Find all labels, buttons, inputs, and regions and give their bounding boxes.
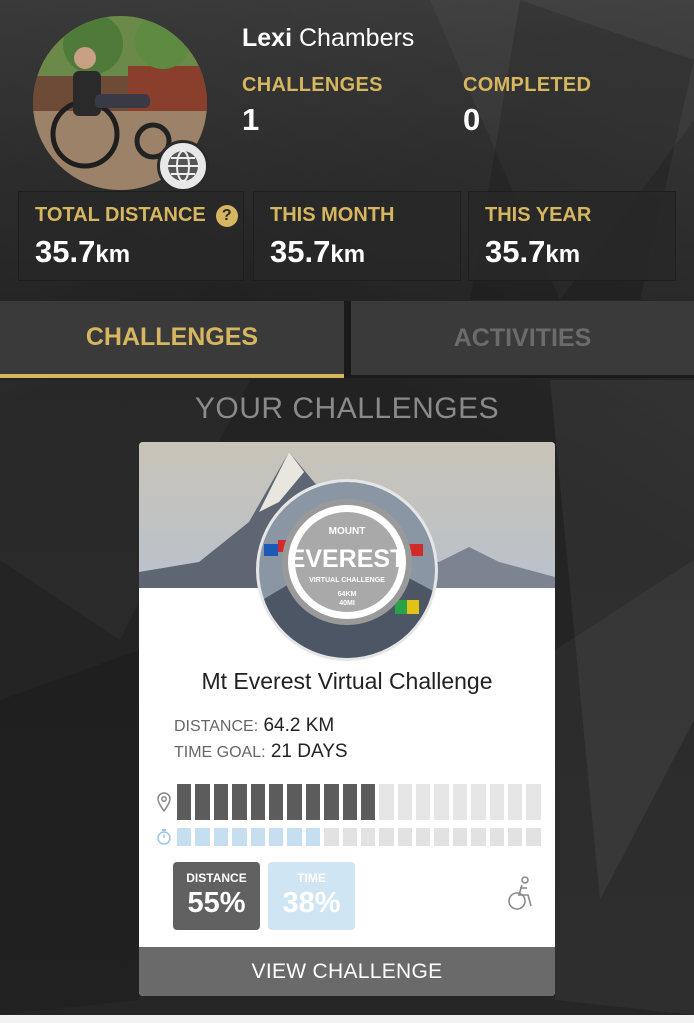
time-segment (379, 828, 394, 846)
challenge-title: Mt Everest Virtual Challenge (201, 668, 493, 694)
distance-segment (287, 784, 302, 820)
distance-segment (250, 784, 265, 820)
distance-segment (324, 784, 339, 820)
time-segment (452, 828, 468, 846)
distance-pill-value: 55% (187, 887, 246, 919)
distance-segment (416, 784, 431, 820)
time-segment (526, 828, 541, 846)
total-distance-label: TOTAL DISTANCE (35, 204, 206, 226)
time-progress-bar (177, 828, 541, 846)
help-icon[interactable]: ? (215, 204, 238, 227)
completed-count-label: COMPLETED (463, 74, 592, 96)
distance-segment (342, 784, 357, 820)
distance-segment (305, 784, 321, 820)
profile-header: Lexi Chambers CHALLENGES 1 COMPLETED 0 T… (0, 0, 694, 300)
time-segment (195, 828, 210, 846)
tab-challenges[interactable]: CHALLENGES (0, 301, 344, 378)
challenge-distance-label: DISTANCE: (174, 718, 259, 735)
month-distance-label: THIS MONTH (270, 204, 395, 226)
time-segment (232, 828, 247, 846)
distance-segment (489, 784, 505, 820)
time-segment (416, 828, 431, 846)
challenge-time-label: TIME GOAL: (174, 744, 266, 761)
time-segment (508, 828, 523, 846)
distance-segment (360, 784, 376, 820)
time-pill-value: 38% (282, 887, 341, 919)
time-segment (471, 828, 486, 846)
time-segment (268, 828, 284, 846)
challenge-time-row: TIME GOAL: 21 DAYS (174, 741, 348, 763)
stopwatch-icon (151, 826, 177, 848)
time-segment (305, 828, 321, 846)
user-name: Lexi Chambers (242, 24, 414, 53)
tab-bar: CHALLENGES ACTIVITIES (0, 301, 694, 378)
year-distance-box: THIS YEAR 35.7km (468, 191, 676, 281)
user-last-name: Chambers (298, 24, 415, 52)
tab-activities[interactable]: ACTIVITIES (351, 301, 694, 378)
completed-count-value: 0 (463, 102, 481, 137)
wheelchair-icon (508, 876, 532, 910)
time-segment (324, 828, 339, 846)
year-distance-label: THIS YEAR (485, 204, 592, 226)
globe-people-icon (157, 140, 209, 192)
distance-pill-label: DISTANCE (186, 871, 247, 885)
challenge-progress (151, 784, 543, 854)
challenge-time-value: 21 DAYS (270, 741, 348, 762)
time-segment (213, 828, 229, 846)
distance-unit: km (330, 241, 366, 268)
distance-segment (452, 784, 468, 820)
avatar[interactable] (33, 16, 209, 192)
total-distance-value: 35.7 (35, 234, 96, 269)
bottom-edge (0, 1015, 694, 1023)
year-distance-value: 35.7 (485, 234, 546, 269)
distance-unit: km (545, 241, 581, 268)
time-segment (287, 828, 302, 846)
time-percent-pill: TIME 38% (268, 862, 355, 930)
distance-progress-bar (177, 784, 541, 820)
distance-segment (232, 784, 247, 820)
total-distance-box: TOTAL DISTANCE ? 35.7km (18, 191, 244, 281)
badge-top-text: MOUNT (329, 526, 366, 537)
user-first-name: Lexi (242, 24, 293, 52)
time-pill-label: TIME (297, 871, 326, 885)
section-title: YOUR CHALLENGES (194, 392, 500, 425)
challenge-distance-value: 64.2 KM (263, 715, 335, 736)
month-distance-value: 35.7 (270, 234, 331, 269)
distance-segment (508, 784, 523, 820)
challenge-card[interactable]: MOUNT EVEREST VIRTUAL CHALLENGE 64KM 40M… (139, 442, 555, 996)
challenges-count-value: 1 (242, 102, 260, 137)
location-pin-icon (151, 791, 177, 813)
time-segment (250, 828, 265, 846)
time-segment (177, 828, 192, 846)
time-segment (342, 828, 357, 846)
month-distance-box: THIS MONTH 35.7km (253, 191, 461, 281)
time-segment (489, 828, 505, 846)
distance-segment (397, 784, 413, 820)
distance-segment (379, 784, 394, 820)
distance-segment (177, 784, 192, 820)
badge-sub-text: VIRTUAL CHALLENGE (309, 577, 385, 584)
distance-segment (471, 784, 486, 820)
time-segment (434, 828, 449, 846)
progress-pills: DISTANCE 55% TIME 38% (173, 862, 355, 930)
view-challenge-button[interactable]: VIEW CHALLENGE (139, 947, 555, 996)
challenge-distance-row: DISTANCE: 64.2 KM (174, 715, 334, 737)
time-segment (360, 828, 376, 846)
badge-km-text: 64KM (338, 591, 357, 598)
badge-mi-text: 40MI (339, 600, 355, 607)
challenge-badge: MOUNT EVEREST VIRTUAL CHALLENGE 64KM 40M… (256, 479, 438, 661)
distance-segment (434, 784, 449, 820)
distance-percent-pill: DISTANCE 55% (173, 862, 260, 930)
distance-segment (268, 784, 284, 820)
badge-name-text: EVEREST (289, 545, 406, 573)
challenges-count-label: CHALLENGES (242, 74, 383, 96)
distance-unit: km (95, 241, 131, 268)
distance-segment (195, 784, 210, 820)
distance-segment (526, 784, 541, 820)
distance-segment (213, 784, 229, 820)
time-segment (397, 828, 413, 846)
